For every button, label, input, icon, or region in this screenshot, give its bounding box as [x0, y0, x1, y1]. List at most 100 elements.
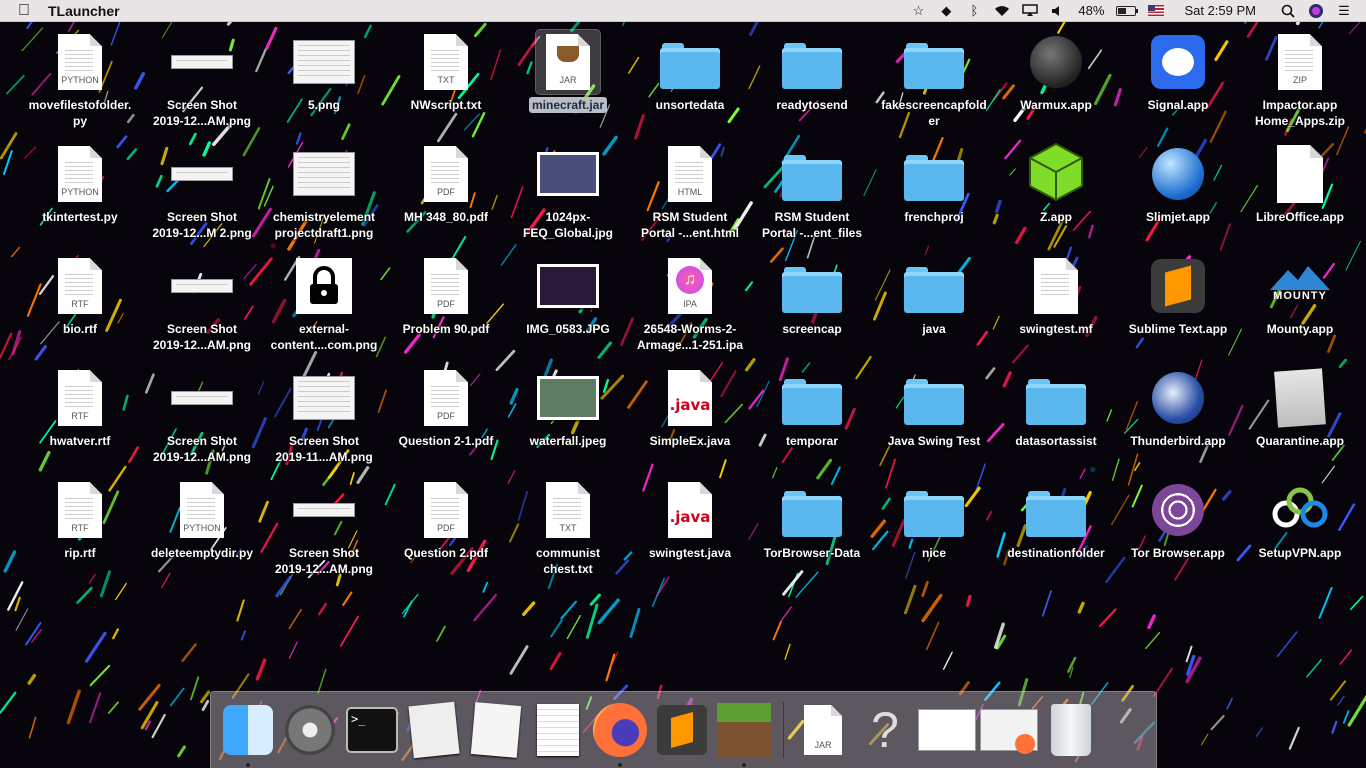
screenshot-thumbnail	[293, 152, 355, 196]
trash-icon[interactable]	[1042, 699, 1100, 761]
text-editor-icon[interactable]	[467, 699, 525, 761]
textedit-icon[interactable]	[529, 699, 587, 761]
desktop-item-label: readytosend	[776, 98, 848, 112]
bluetooth-icon[interactable]: ᛒ	[966, 3, 982, 19]
desktop-item-label: tkintertest.py	[42, 210, 118, 224]
desktop-item-nwscript-txt[interactable]: TXT NWscript.txt	[385, 30, 507, 113]
desktop-item-screen-shot-2019-12-am-png[interactable]: Screen Shot 2019-12...AM.png	[141, 366, 263, 465]
desktop-item-minecraft-jar[interactable]: JAR minecraft.jar	[507, 29, 629, 113]
desktop-item-deleteemptydir-py[interactable]: PYTHON deleteemptydir.py	[141, 478, 263, 561]
desktop-item-fakescreencapfold-er[interactable]: fakescreencapfold er	[873, 30, 995, 129]
desktop-item-question-2-1-pdf[interactable]: PDF Question 2-1.pdf	[385, 366, 507, 449]
desktop-item-nice[interactable]: nice	[873, 478, 995, 561]
desktop-item-communist-chest-txt[interactable]: TXT communist chest.txt	[507, 478, 629, 577]
signal-app-icon	[1151, 35, 1205, 89]
terminal-icon[interactable]: >_	[343, 699, 401, 761]
desktop-item-tkintertest-py[interactable]: PYTHON tkintertest.py	[19, 142, 141, 225]
desktop-item-rip-rtf[interactable]: RTF rip.rtf	[19, 478, 141, 561]
desktop-item-label: NWscript.txt	[410, 98, 482, 112]
desktop-item-impactor-app-home-apps-zip[interactable]: ZIP Impactor.app Home_Apps.zip	[1239, 30, 1361, 129]
firefox-window-preview-icon[interactable]	[980, 699, 1038, 761]
desktop-item-movefilestofolder-py[interactable]: PYTHON movefilestofolder. py	[19, 30, 141, 129]
desktop-item-rsm-student-portal-ent-files[interactable]: RSM Student Portal -...ent_files	[751, 142, 873, 241]
desktop-item-5-png[interactable]: 5.png	[263, 30, 385, 113]
desktop-item-label: Screen Shot 2019-12...AM.png	[152, 322, 252, 352]
desktop-item-frenchproj[interactable]: frenchproj	[873, 142, 995, 225]
desktop-item-thunderbird-app[interactable]: Thunderbird.app	[1117, 366, 1239, 449]
sublime-text-icon[interactable]	[653, 699, 711, 761]
doc-icon	[1024, 254, 1088, 318]
desktop-item-bio-rtf[interactable]: RTF bio.rtf	[19, 254, 141, 337]
desktop-item-torbrowser-data[interactable]: TorBrowser-Data	[751, 478, 873, 561]
desktop-item-label: Screen Shot 2019-12...AM.png	[152, 434, 252, 464]
desktop-item-java-swing-test[interactable]: Java Swing Test	[873, 366, 995, 449]
wifi-icon[interactable]	[994, 3, 1010, 19]
desktop-item-1024px-feq-global-jpg[interactable]: 1024px- FEQ_Global.jpg	[507, 142, 629, 241]
desktop-item-screen-shot-2019-12-m-2-png[interactable]: Screen Shot 2019-12...M 2.png	[141, 142, 263, 241]
desktop-item-datasortassist[interactable]: datasortassist	[995, 366, 1117, 449]
firefox-icon[interactable]	[591, 699, 649, 767]
desktop-item-mh-348-80-pdf[interactable]: PDF MH 348_80.pdf	[385, 142, 507, 225]
jar-icon[interactable]: JAR	[794, 699, 852, 761]
desktop-item-rsm-student-portal-ent-html[interactable]: HTML RSM Student Portal -...ent.html	[629, 142, 751, 241]
desktop-item-swingtest-java[interactable]: .java swingtest.java	[629, 478, 751, 561]
doc-icon: PDF	[414, 142, 478, 206]
desktop-item-setupvpn-app[interactable]: SetupVPN.app	[1239, 478, 1361, 561]
desktop-item-z-app[interactable]: Z.app	[995, 142, 1117, 225]
file-type-tag: JAR	[814, 740, 832, 750]
desktop-item-waterfall-jpeg[interactable]: waterfall.jpeg	[507, 366, 629, 449]
desktop-item-screen-shot-2019-11-am-png[interactable]: Screen Shot 2019-11...AM.png	[263, 366, 385, 465]
desktop-item-chemistryelement-projectdraft1-png[interactable]: chemistryelement projectdraft1.png	[263, 142, 385, 241]
desktop-item-quarantine-app[interactable]: Quarantine.app	[1239, 366, 1361, 449]
desktop-item-question-2-pdf[interactable]: PDF Question 2.pdf	[385, 478, 507, 561]
desktop-item-simpleex-java[interactable]: .java SimpleEx.java	[629, 366, 751, 449]
siri-icon[interactable]	[1308, 3, 1324, 19]
battery-percentage[interactable]: 48%	[1078, 3, 1104, 18]
desktop-item-tor-browser-app[interactable]: Tor Browser.app	[1117, 478, 1239, 561]
desktop-item-sublime-text-app[interactable]: Sublime Text.app	[1117, 254, 1239, 337]
desktop-item-26548-worms-2-armage-1-251-ipa[interactable]: ♫ IPA 26548-Worms-2- Armage...1-251.ipa	[629, 254, 751, 353]
clock[interactable]: Sat 2:59 PM	[1184, 3, 1256, 18]
desktop-item-problem-90-pdf[interactable]: PDF Problem 90.pdf	[385, 254, 507, 337]
desktop-item-label: nice	[921, 546, 946, 560]
desktop-item-screen-shot-2019-12-am-png[interactable]: Screen Shot 2019-12...AM.png	[263, 478, 385, 577]
us-flag-input-icon[interactable]	[1148, 5, 1165, 16]
airplay-icon[interactable]	[1022, 3, 1039, 19]
desktop-item-screen-shot-2019-12-am-png[interactable]: Screen Shot 2019-12...AM.png	[141, 254, 263, 353]
desktop-item-swingtest-mf[interactable]: swingtest.mf	[995, 254, 1117, 337]
desktop-item-signal-app[interactable]: Signal.app	[1117, 30, 1239, 113]
desktop-item-screen-shot-2019-12-am-png[interactable]: Screen Shot 2019-12...AM.png	[141, 30, 263, 129]
volume-icon[interactable]	[1050, 3, 1066, 19]
notification-center-icon[interactable]: ☰	[1336, 3, 1352, 19]
desktop-item-screencap[interactable]: screencap	[751, 254, 873, 337]
active-app-name[interactable]: TLauncher	[48, 3, 120, 19]
desktop-item-temporar[interactable]: temporar	[751, 366, 873, 449]
desktop-item-label: Thunderbird.app	[1130, 434, 1226, 448]
desktop-item-destinationfolder[interactable]: destinationfolder	[995, 478, 1117, 561]
script-editor-icon[interactable]	[405, 699, 463, 761]
system-preferences-icon[interactable]	[281, 699, 339, 761]
desktop-item-java[interactable]: java	[873, 254, 995, 337]
desktop-item-unsortedata[interactable]: unsortedata	[629, 30, 751, 113]
finder-icon[interactable]	[219, 699, 277, 767]
desktop-item-slimjet-app[interactable]: Slimjet.app	[1117, 142, 1239, 225]
finder-window-preview-icon[interactable]	[918, 699, 976, 761]
desktop-item-img-0583-jpg[interactable]: IMG_0583.JPG	[507, 254, 629, 337]
file-type-tag: ZIP	[1292, 75, 1307, 85]
question-mark-icon[interactable]: ?	[856, 699, 914, 761]
star-icon[interactable]: ☆	[910, 3, 926, 19]
coffee-cup-icon	[557, 46, 579, 62]
desktop-item-mounty-app[interactable]: MOUNTY Mounty.app	[1239, 254, 1361, 337]
desktop-item-external-content-com-png[interactable]: external- content....com.png	[263, 254, 385, 353]
battery-icon[interactable]	[1116, 5, 1139, 16]
desktop-item-warmux-app[interactable]: Warmux.app	[995, 30, 1117, 113]
evernote-icon[interactable]: ◆	[938, 3, 954, 19]
desktop-item-libreoffice-app[interactable]: LibreOffice.app	[1239, 142, 1361, 225]
spotlight-search-icon[interactable]	[1280, 3, 1296, 19]
apple-menu-icon[interactable]: 	[18, 2, 30, 20]
minecraft-icon[interactable]	[715, 699, 773, 767]
folder-icon	[658, 30, 722, 94]
folder-shape	[904, 379, 964, 425]
desktop-item-hwatver-rtf[interactable]: RTF hwatver.rtf	[19, 366, 141, 449]
desktop-item-readytosend[interactable]: readytosend	[751, 30, 873, 113]
